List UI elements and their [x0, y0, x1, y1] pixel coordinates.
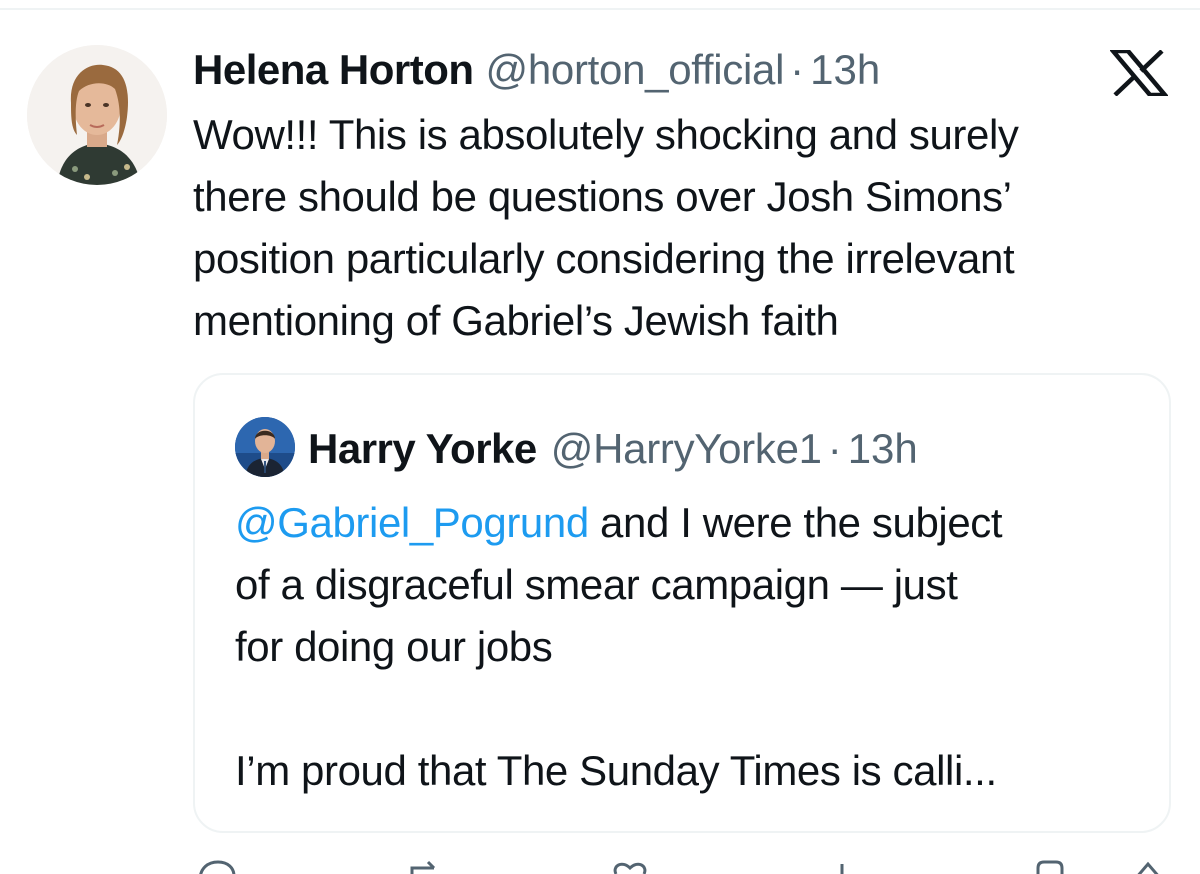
post-text-line: there should be questions over Josh Simo…	[193, 173, 1012, 220]
author-name[interactable]: Helena Horton	[193, 44, 474, 96]
quoted-text-line: I’m proud that The Sunday Times is calli…	[235, 747, 997, 794]
quoted-post-header: Harry Yorke @HarryYorke1 · 13h	[308, 423, 918, 475]
quoted-post-text: @Gabriel_Pogrund and I were the subject …	[235, 492, 1155, 802]
share-icon[interactable]	[1128, 858, 1168, 874]
quoted-author-handle[interactable]: @HarryYorke1	[551, 423, 822, 475]
quoted-text-line: @Gabriel_Pogrund and I were the subject	[235, 492, 1155, 554]
post-text-line: Wow!!! This is absolutely shocking and s…	[193, 111, 1019, 158]
quoted-text-fragment: and I were the subject	[588, 499, 1003, 546]
repost-icon[interactable]	[406, 858, 446, 874]
post-text-line: mentioning of Gabriel’s Jewish faith	[193, 297, 839, 344]
quoted-avatar-photo	[235, 417, 295, 477]
author-avatar[interactable]	[27, 45, 167, 185]
quoted-post-card[interactable]: Harry Yorke @HarryYorke1 · 13h @Gabriel_…	[193, 373, 1171, 833]
bookmark-icon[interactable]	[1030, 858, 1070, 874]
post-action-bar	[0, 858, 1200, 874]
quoted-text-line: of a disgraceful smear campaign — just	[235, 561, 958, 608]
like-icon[interactable]	[610, 858, 650, 874]
top-divider	[0, 8, 1200, 10]
avatar-photo	[27, 45, 167, 185]
post-header: Helena Horton @horton_official · 13h	[193, 44, 1153, 96]
separator-dot: ·	[790, 46, 805, 93]
mention-link[interactable]: @Gabriel_Pogrund	[235, 499, 589, 546]
author-handle[interactable]: @horton_official	[486, 44, 785, 96]
views-icon[interactable]	[822, 858, 862, 874]
quoted-author-name[interactable]: Harry Yorke	[308, 423, 537, 475]
quoted-post-timestamp[interactable]: 13h	[848, 423, 918, 475]
post-text: Wow!!! This is absolutely shocking and s…	[193, 104, 1183, 352]
quoted-text-line: for doing our jobs	[235, 623, 553, 670]
separator-dot: ·	[827, 425, 842, 472]
reply-icon[interactable]	[196, 858, 236, 874]
post-text-line: position particularly considering the ir…	[193, 235, 1015, 282]
post-timestamp[interactable]: 13h	[810, 44, 880, 96]
x-logo-icon	[1110, 50, 1168, 96]
quoted-author-avatar[interactable]	[235, 417, 295, 477]
